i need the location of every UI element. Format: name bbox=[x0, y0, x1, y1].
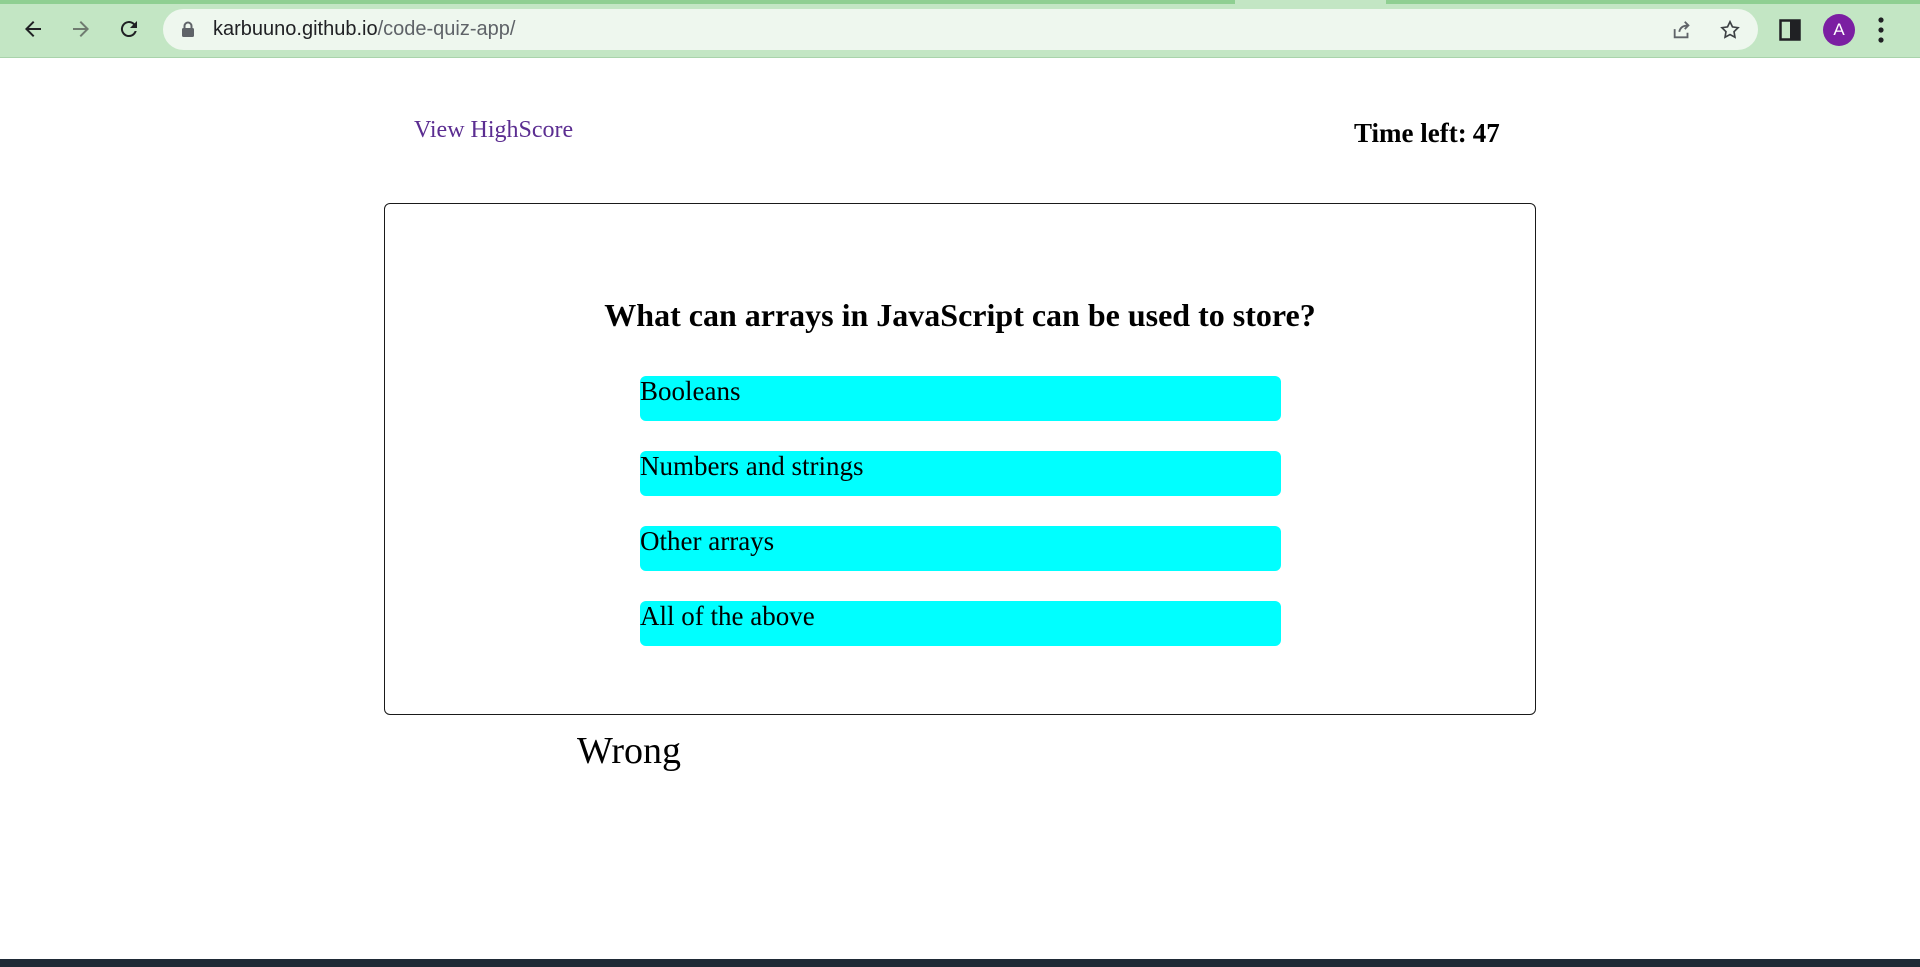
view-highscore-link[interactable]: View HighScore bbox=[414, 117, 573, 144]
more-icon[interactable] bbox=[1877, 17, 1885, 43]
timer: Time left: 47 bbox=[1354, 118, 1500, 149]
reload-icon[interactable] bbox=[111, 11, 147, 47]
back-icon[interactable] bbox=[15, 11, 51, 47]
answer-feedback: Wrong bbox=[577, 730, 681, 772]
choice-button-4[interactable]: All of the above bbox=[640, 601, 1281, 646]
side-panel-icon[interactable] bbox=[1779, 19, 1801, 41]
choice-button-2[interactable]: Numbers and strings bbox=[640, 451, 1281, 496]
quiz-card: What can arrays in JavaScript can be use… bbox=[384, 203, 1536, 715]
choice-button-3[interactable]: Other arrays bbox=[640, 526, 1281, 571]
url-host: karbuuno.github.io bbox=[213, 18, 378, 40]
url-text[interactable]: karbuuno.github.io/code-quiz-app/ bbox=[213, 18, 515, 41]
share-icon[interactable] bbox=[1669, 17, 1695, 43]
tab-strip-edge-right bbox=[1386, 0, 1920, 4]
timer-value: 47 bbox=[1472, 118, 1500, 148]
choice-button-1[interactable]: Booleans bbox=[640, 376, 1281, 421]
lock-icon[interactable] bbox=[181, 21, 195, 37]
choices-list: 1. Booleans 2. Numbers and strings 3. Ot… bbox=[385, 204, 1535, 714]
taskbar-edge bbox=[0, 959, 1920, 967]
address-bar[interactable]: karbuuno.github.io/code-quiz-app/ bbox=[163, 9, 1758, 50]
url-path: /code-quiz-app/ bbox=[377, 18, 516, 40]
tab-strip-edge bbox=[0, 0, 1235, 4]
timer-label: Time left: bbox=[1354, 118, 1467, 148]
profile-avatar[interactable]: A bbox=[1823, 14, 1855, 46]
star-icon[interactable] bbox=[1717, 17, 1743, 43]
browser-toolbar: karbuuno.github.io/code-quiz-app/ A bbox=[0, 0, 1920, 58]
forward-icon[interactable] bbox=[63, 11, 99, 47]
